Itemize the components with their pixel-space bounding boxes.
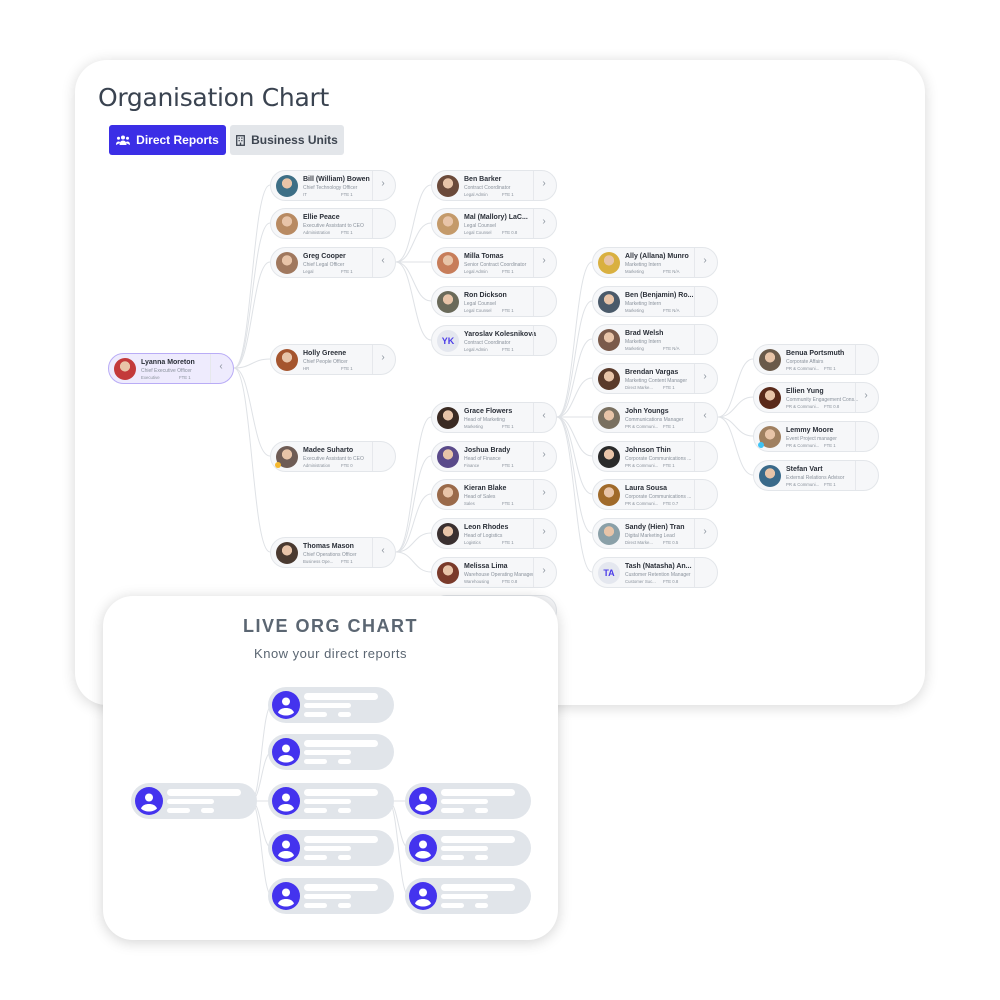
skeleton-node [131,783,257,819]
user-avatar-icon [272,691,300,719]
skeleton-node [405,878,531,914]
skeleton-node [405,783,531,819]
user-avatar-icon [409,834,437,862]
user-avatar-icon [272,738,300,766]
skeleton-node [268,687,394,723]
user-avatar-icon [409,882,437,910]
skeleton-node [268,734,394,770]
user-avatar-icon [272,834,300,862]
user-avatar-icon [272,882,300,910]
user-avatar-icon [135,787,163,815]
user-avatar-icon [409,787,437,815]
skeleton-node [268,830,394,866]
skeleton-node [268,783,394,819]
skeleton-node [405,830,531,866]
skeleton-node [268,878,394,914]
user-avatar-icon [272,787,300,815]
